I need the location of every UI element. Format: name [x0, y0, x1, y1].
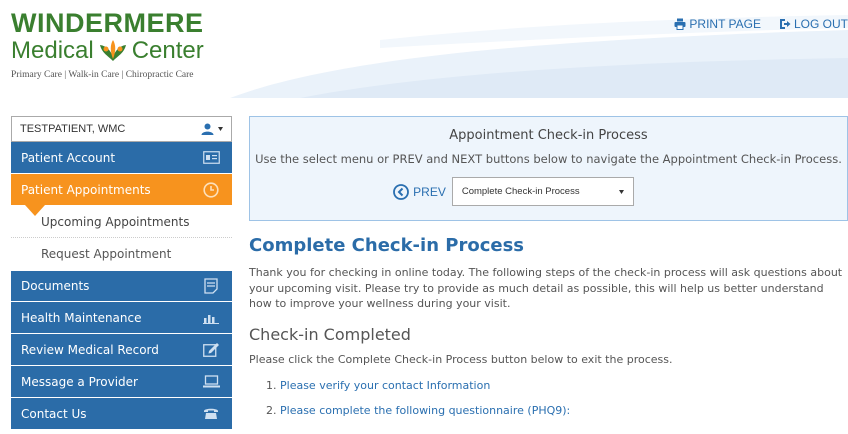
step-number: 2. [266, 403, 277, 417]
logo-title: WINDERMERE [11, 8, 204, 38]
logo-tagline: Primary Care | Walk-in Care | Chiropract… [11, 70, 194, 80]
print-page-label: PRINT PAGE [689, 17, 761, 31]
logo-word-medical: Medical [11, 37, 94, 64]
main-content: Appointment Check-in Process Use the sel… [249, 116, 848, 429]
id-card-icon [202, 150, 220, 166]
laptop-icon [202, 374, 220, 390]
checkin-step-select[interactable]: Complete Check-in Process [451, 177, 634, 206]
checkin-step-selected-value: Complete Check-in Process [461, 186, 580, 197]
checkin-panel-description: Use the select menu or PREV and NEXT but… [255, 152, 842, 166]
sidebar-item-label: Review Medical Record [21, 342, 159, 357]
phq9-questionnaire-link[interactable]: Please complete the following questionna… [280, 404, 570, 417]
sign-out-icon [779, 19, 791, 29]
top-links: PRINT PAGE LOG OUT [674, 17, 848, 31]
printer-icon [674, 18, 686, 30]
phone-icon [202, 406, 220, 422]
logo-subtitle: Medical Center [11, 38, 211, 64]
sidebar-item-review-medical-record[interactable]: Review Medical Record [11, 334, 232, 366]
sidebar-item-documents[interactable]: Documents [11, 270, 232, 302]
document-icon [202, 278, 220, 294]
prev-button-label: PREV [413, 184, 446, 199]
caret-down-icon [618, 189, 624, 194]
verify-contact-info-link[interactable]: Please verify your contact Information [280, 379, 490, 392]
sidebar-item-patient-account[interactable]: Patient Account [11, 142, 232, 174]
log-out-label: LOG OUT [793, 17, 848, 31]
step-number: 1. [266, 378, 277, 392]
list-item: 2. Please complete the following questio… [266, 404, 848, 417]
sidebar-item-health-maintenance[interactable]: Health Maintenance [11, 302, 232, 334]
log-out-link[interactable]: LOG OUT [779, 17, 848, 31]
sidebar-subitem-request-appointment[interactable]: Request Appointment [11, 238, 232, 270]
list-item: 1. Please verify your contact Informatio… [266, 379, 848, 392]
section-title: Check-in Completed [249, 324, 411, 344]
user-icon [201, 123, 214, 135]
print-page-link[interactable]: PRINT PAGE [674, 17, 761, 31]
leaf-logo-icon [99, 40, 126, 61]
sidebar-item-message-a-provider[interactable]: Message a Provider [11, 366, 232, 398]
sidebar-nav: TESTPATIENT, WMC Patient Account Patient… [11, 116, 232, 430]
sidebar-item-label: Patient Appointments [21, 182, 151, 197]
edit-icon [202, 342, 220, 358]
checkin-steps-list: 1. Please verify your contact Informatio… [249, 379, 848, 417]
sidebar-subitem-label: Request Appointment [41, 247, 172, 261]
checkin-controls: PREV Complete Check-in Process [180, 177, 847, 206]
sidebar-item-contact-us[interactable]: Contact Us [11, 398, 232, 430]
chevron-circle-left-icon [393, 183, 410, 200]
sidebar-item-label: Documents [21, 279, 90, 293]
sidebar-item-label: Health Maintenance [21, 310, 142, 325]
sidebar-subitem-label: Upcoming Appointments [41, 214, 190, 229]
windermere-logo[interactable]: WINDERMERE Medical Center Primary Care |… [11, 9, 211, 84]
page-header: WINDERMERE Medical Center Primary Care |… [0, 0, 848, 98]
sidebar-item-label: Patient Account [21, 150, 116, 165]
bar-chart-icon [202, 310, 220, 326]
patient-selector[interactable]: TESTPATIENT, WMC [11, 116, 232, 142]
section-text: Please click the Complete Check-in Proce… [249, 352, 673, 366]
patient-name: TESTPATIENT, WMC [20, 123, 126, 135]
checkin-navigation-panel: Appointment Check-in Process Use the sel… [249, 116, 848, 221]
checkin-panel-title: Appointment Check-in Process [449, 128, 648, 143]
page-title: Complete Check-in Process [249, 235, 525, 256]
sidebar-item-label: Contact Us [21, 406, 87, 421]
caret-down-icon [218, 127, 223, 131]
sidebar-item-label: Message a Provider [21, 374, 138, 389]
logo-word-center: Center [131, 37, 204, 64]
intro-text: Thank you for checking in online today. … [249, 266, 843, 310]
prev-button[interactable]: PREV [393, 183, 446, 200]
